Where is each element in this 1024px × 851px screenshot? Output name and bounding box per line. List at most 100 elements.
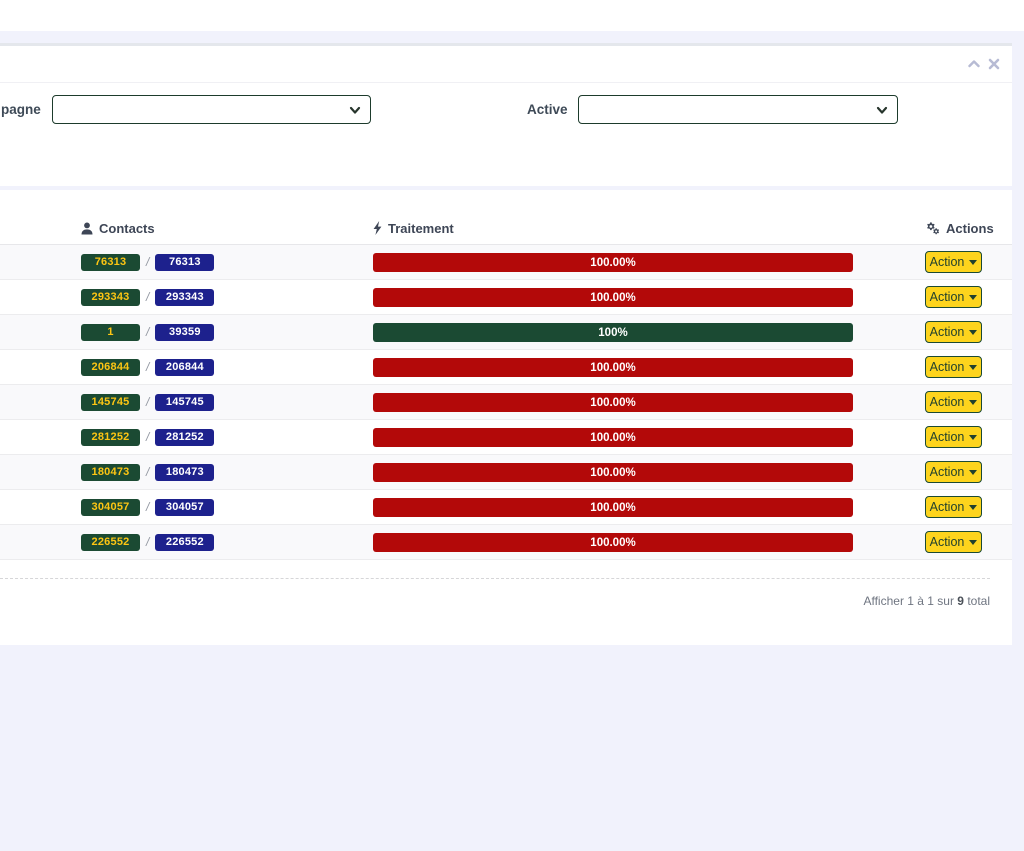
column-header-actions: Actions <box>925 219 994 237</box>
filters-panel: pagne Active <box>0 43 1012 186</box>
action-button[interactable]: Action <box>925 426 982 448</box>
column-header-label: Actions <box>946 220 994 236</box>
column-header-traitement: Traitement <box>373 219 454 237</box>
bolt-icon <box>373 221 382 235</box>
caret-down-icon <box>969 539 978 545</box>
table-row: 304057 / 304057 100.00% Action <box>0 490 1012 525</box>
column-header-label: Contacts <box>99 220 155 236</box>
action-button-label: Action <box>929 465 965 479</box>
contacts-total-badge: 76313 <box>155 253 215 271</box>
action-button[interactable]: Action <box>925 496 982 518</box>
progress-bar: 100.00% <box>373 533 853 552</box>
campagne-select[interactable] <box>52 95 371 124</box>
contacts-total-badge: 180473 <box>155 463 215 481</box>
table-body: 76313 / 76313 100.00% Action 293343 / 29… <box>0 245 1012 560</box>
table-row: 145745 / 145745 100.00% Action <box>0 385 1012 420</box>
progress-bar: 100.00% <box>373 463 853 482</box>
campaigns-table-panel: Contacts Traitement Actions 76313 / 7631… <box>0 190 1012 645</box>
contacts-done-badge: 206844 <box>81 358 140 376</box>
contacts-done-badge: 293343 <box>81 288 140 306</box>
pagination-info: Afficher 1 à 1 sur 9 total <box>863 594 990 608</box>
contacts-done-badge: 145745 <box>81 393 140 411</box>
close-panel-icon[interactable] <box>988 58 1000 70</box>
progress-bar: 100.00% <box>373 498 853 517</box>
progress-bar: 100.00% <box>373 288 853 307</box>
action-button-label: Action <box>929 290 965 304</box>
collapse-panel-icon[interactable] <box>968 58 980 70</box>
contacts-separator: / <box>146 360 150 374</box>
panel-tools <box>968 58 1000 70</box>
column-header-label: Traitement <box>388 220 454 236</box>
contacts-separator: / <box>146 395 150 409</box>
progress-bar: 100.00% <box>373 393 853 412</box>
action-button-label: Action <box>929 255 965 269</box>
action-button-label: Action <box>929 395 965 409</box>
top-bar <box>0 0 1024 31</box>
contacts-cell: 145745 / 145745 <box>81 385 215 419</box>
filters-panel-heading <box>0 46 1012 83</box>
contacts-done-badge: 304057 <box>81 498 140 516</box>
action-button[interactable]: Action <box>925 251 982 273</box>
action-button[interactable]: Action <box>925 356 982 378</box>
progress-bar: 100.00% <box>373 358 853 377</box>
contacts-separator: / <box>146 500 150 514</box>
contacts-total-badge: 293343 <box>155 288 215 306</box>
table-row: 293343 / 293343 100.00% Action <box>0 280 1012 315</box>
contacts-cell: 281252 / 281252 <box>81 420 215 454</box>
contacts-done-badge: 281252 <box>81 428 140 446</box>
action-button-label: Action <box>929 500 965 514</box>
contacts-cell: 206844 / 206844 <box>81 350 215 384</box>
contacts-total-badge: 145745 <box>155 393 215 411</box>
action-button[interactable]: Action <box>925 461 982 483</box>
chevron-down-icon <box>876 104 888 116</box>
action-button[interactable]: Action <box>925 391 982 413</box>
contacts-total-badge: 304057 <box>155 498 215 516</box>
contacts-separator: / <box>146 325 150 339</box>
action-button[interactable]: Action <box>925 531 982 553</box>
contacts-total-badge: 206844 <box>155 358 215 376</box>
progress-bar: 100.00% <box>373 253 853 272</box>
table-row: 180473 / 180473 100.00% Action <box>0 455 1012 490</box>
caret-down-icon <box>969 399 978 405</box>
action-button-label: Action <box>929 360 965 374</box>
contacts-cell: 76313 / 76313 <box>81 245 215 279</box>
contacts-done-badge: 76313 <box>81 253 140 271</box>
contacts-cell: 293343 / 293343 <box>81 280 215 314</box>
caret-down-icon <box>969 259 978 265</box>
caret-down-icon <box>969 434 978 440</box>
action-button[interactable]: Action <box>925 321 982 343</box>
contacts-done-badge: 226552 <box>81 533 140 551</box>
column-header-contacts: Contacts <box>81 219 155 237</box>
table-row: 226552 / 226552 100.00% Action <box>0 525 1012 560</box>
gears-icon <box>925 221 940 235</box>
contacts-total-badge: 39359 <box>155 323 215 341</box>
action-button-label: Action <box>929 535 965 549</box>
caret-down-icon <box>969 294 978 300</box>
contacts-separator: / <box>146 255 150 269</box>
contacts-separator: / <box>146 535 150 549</box>
table-header-row: Contacts Traitement Actions <box>0 212 1012 245</box>
contacts-done-badge: 1 <box>81 323 140 341</box>
contacts-done-badge: 180473 <box>81 463 140 481</box>
action-button[interactable]: Action <box>925 286 982 308</box>
active-label: Active <box>527 102 568 117</box>
action-button-label: Action <box>929 325 965 339</box>
contacts-total-badge: 281252 <box>155 428 215 446</box>
contacts-separator: / <box>146 465 150 479</box>
contacts-cell: 226552 / 226552 <box>81 525 215 559</box>
progress-bar: 100% <box>373 323 853 342</box>
caret-down-icon <box>969 364 978 370</box>
contacts-separator: / <box>146 430 150 444</box>
user-icon <box>81 222 93 235</box>
active-select[interactable] <box>578 95 898 124</box>
caret-down-icon <box>969 469 978 475</box>
chevron-down-icon <box>349 104 361 116</box>
total-count: 9 <box>957 594 964 608</box>
table-row: 281252 / 281252 100.00% Action <box>0 420 1012 455</box>
progress-bar: 100.00% <box>373 428 853 447</box>
table-row: 1 / 39359 100% Action <box>0 315 1012 350</box>
table-row: 206844 / 206844 100.00% Action <box>0 350 1012 385</box>
campagne-label: pagne <box>1 102 41 117</box>
action-button-label: Action <box>929 430 965 444</box>
contacts-total-badge: 226552 <box>155 533 215 551</box>
